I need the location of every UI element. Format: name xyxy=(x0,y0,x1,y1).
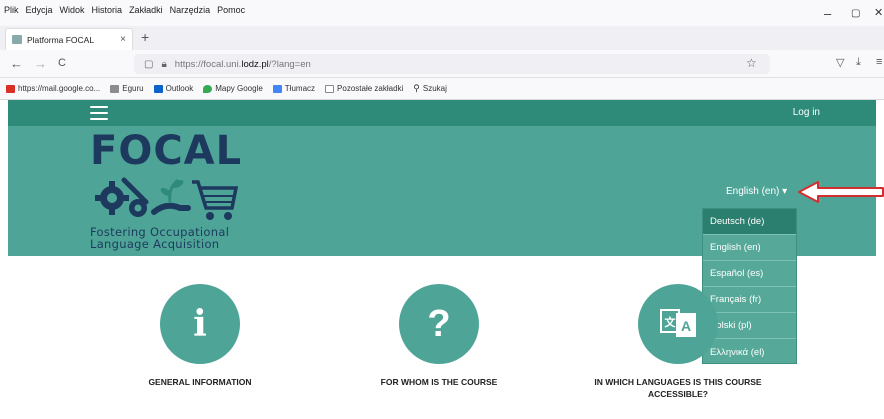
menu-bookmarks[interactable]: Zakładki xyxy=(129,5,163,15)
bookmark-label: Pozostałe zakładki xyxy=(337,84,404,93)
menu-edit[interactable]: Edycja xyxy=(26,5,53,15)
menu-view[interactable]: Widok xyxy=(60,5,85,15)
bookmark-translate[interactable]: Tłumacz xyxy=(272,84,316,93)
bookmark-other[interactable]: Pozostałe zakładki xyxy=(325,84,403,93)
bookmark-label: Tłumacz xyxy=(284,84,316,93)
back-button[interactable]: ← xyxy=(10,56,23,71)
bookmark-label: Outlook xyxy=(165,84,194,93)
menu-help[interactable]: Pomoc xyxy=(217,5,245,15)
translate-glyph-icon: A 文 xyxy=(660,309,696,337)
url-prefix: https://focal.uni. xyxy=(174,58,242,70)
bookmark-label: Mapy Google xyxy=(215,84,263,93)
reload-button[interactable]: C xyxy=(58,57,66,69)
language-option-en[interactable]: English (en) xyxy=(703,235,796,261)
bookmark-gmail[interactable]: https://mail.google.co... xyxy=(6,84,100,93)
tab-bar: Platforma FOCAL × + xyxy=(0,26,884,50)
menu-history[interactable]: Historia xyxy=(92,5,123,15)
tab-platforma-focal[interactable]: Platforma FOCAL × xyxy=(5,28,133,50)
logo-title: FOCAL xyxy=(90,128,243,174)
menu-icon[interactable]: ≡ xyxy=(876,56,882,68)
url-suffix: /?lang=en xyxy=(268,58,311,70)
lock-icon: 🔒︎ xyxy=(161,58,167,70)
forward-button[interactable]: → xyxy=(34,56,47,71)
new-tab-button[interactable]: + xyxy=(141,29,149,45)
bookmark-star-icon[interactable]: ☆ xyxy=(746,56,757,70)
language-option-fr[interactable]: Français (fr) xyxy=(703,287,796,313)
svg-text:文: 文 xyxy=(665,315,677,329)
hamburger-menu-icon[interactable] xyxy=(90,106,108,120)
bookmark-maps[interactable]: Mapy Google xyxy=(203,84,263,93)
svg-text:A: A xyxy=(681,318,691,334)
map-pin-icon xyxy=(203,84,213,93)
navigation-toolbar: ← → C ▢ 🔒︎ https://focal.uni. lodz.pl/?la… xyxy=(0,50,884,78)
shield-icon: ▢ xyxy=(144,58,154,70)
browser-menu-bar: Plik Edycja Widok Historia Zakładki Narz… xyxy=(0,0,884,26)
bookmark-search[interactable]: ⚲ Szukaj xyxy=(413,83,447,94)
language-option-de[interactable]: Deutsch (de) xyxy=(703,209,796,235)
gmail-icon xyxy=(6,84,15,93)
annotation-arrow-icon xyxy=(798,181,884,203)
logo-subtitle-line2: Language Acquisition xyxy=(90,237,220,251)
maximize-button[interactable]: ▢ xyxy=(851,8,860,19)
language-option-es[interactable]: Español (es) xyxy=(703,261,796,287)
bookmark-label: Szukaj xyxy=(422,84,447,93)
login-link[interactable]: Log in xyxy=(793,107,820,118)
card-title-general-information[interactable]: GENERAL INFORMATION xyxy=(120,376,280,388)
url-domain: lodz.pl xyxy=(241,58,269,70)
search-icon: ⚲ xyxy=(413,83,420,93)
minimize-button[interactable]: – xyxy=(824,6,831,21)
outlook-icon xyxy=(153,84,163,93)
pocket-icon[interactable]: ▽ xyxy=(836,56,844,69)
language-selector[interactable]: English (en) ▾ xyxy=(726,186,787,197)
card-title-languages-line1: IN WHICH LANGUAGES IS THIS COURSE xyxy=(594,377,762,387)
tab-close-icon[interactable]: × xyxy=(120,34,126,45)
translate-icon[interactable]: A 文 xyxy=(638,284,718,364)
site-navbar: Log in xyxy=(8,100,876,126)
focal-logo[interactable]: FOCAL Fostering Occupational Language Ac… xyxy=(90,128,243,256)
menu-tools[interactable]: Narzędzia xyxy=(170,5,211,15)
bookmark-label: https://mail.google.co... xyxy=(18,84,101,93)
bookmarks-toolbar: https://mail.google.co... Eguru Outlook … xyxy=(0,78,884,100)
card-title-languages-line2: ACCESSIBLE? xyxy=(648,389,708,399)
bookmark-label: Eguru xyxy=(122,84,144,93)
eguru-icon xyxy=(110,84,120,93)
card-title-for-whom[interactable]: FOR WHOM IS THE COURSE xyxy=(359,376,519,388)
bookmark-eguru[interactable]: Eguru xyxy=(110,84,144,93)
info-icon[interactable]: i xyxy=(160,284,240,364)
translate-icon xyxy=(272,84,282,93)
menu-file[interactable]: Plik xyxy=(4,5,19,15)
logo-graphic-icon xyxy=(95,177,239,220)
close-window-button[interactable]: ✕ xyxy=(874,6,883,19)
address-bar[interactable]: ▢ 🔒︎ https://focal.uni. lodz.pl/?lang=en xyxy=(134,54,770,74)
tab-title: Platforma FOCAL xyxy=(27,34,95,45)
site-favicon-icon xyxy=(12,35,22,44)
download-icon[interactable]: ⤓ xyxy=(856,56,861,69)
language-dropdown: Deutsch (de) English (en) Español (es) F… xyxy=(702,208,797,364)
folder-icon xyxy=(325,84,335,93)
language-option-el[interactable]: Ελληνικά (el) xyxy=(703,339,796,365)
card-title-languages[interactable]: IN WHICH LANGUAGES IS THIS COURSE ACCESS… xyxy=(578,376,778,400)
question-icon[interactable]: ? xyxy=(399,284,479,364)
bookmark-outlook[interactable]: Outlook xyxy=(153,84,194,93)
